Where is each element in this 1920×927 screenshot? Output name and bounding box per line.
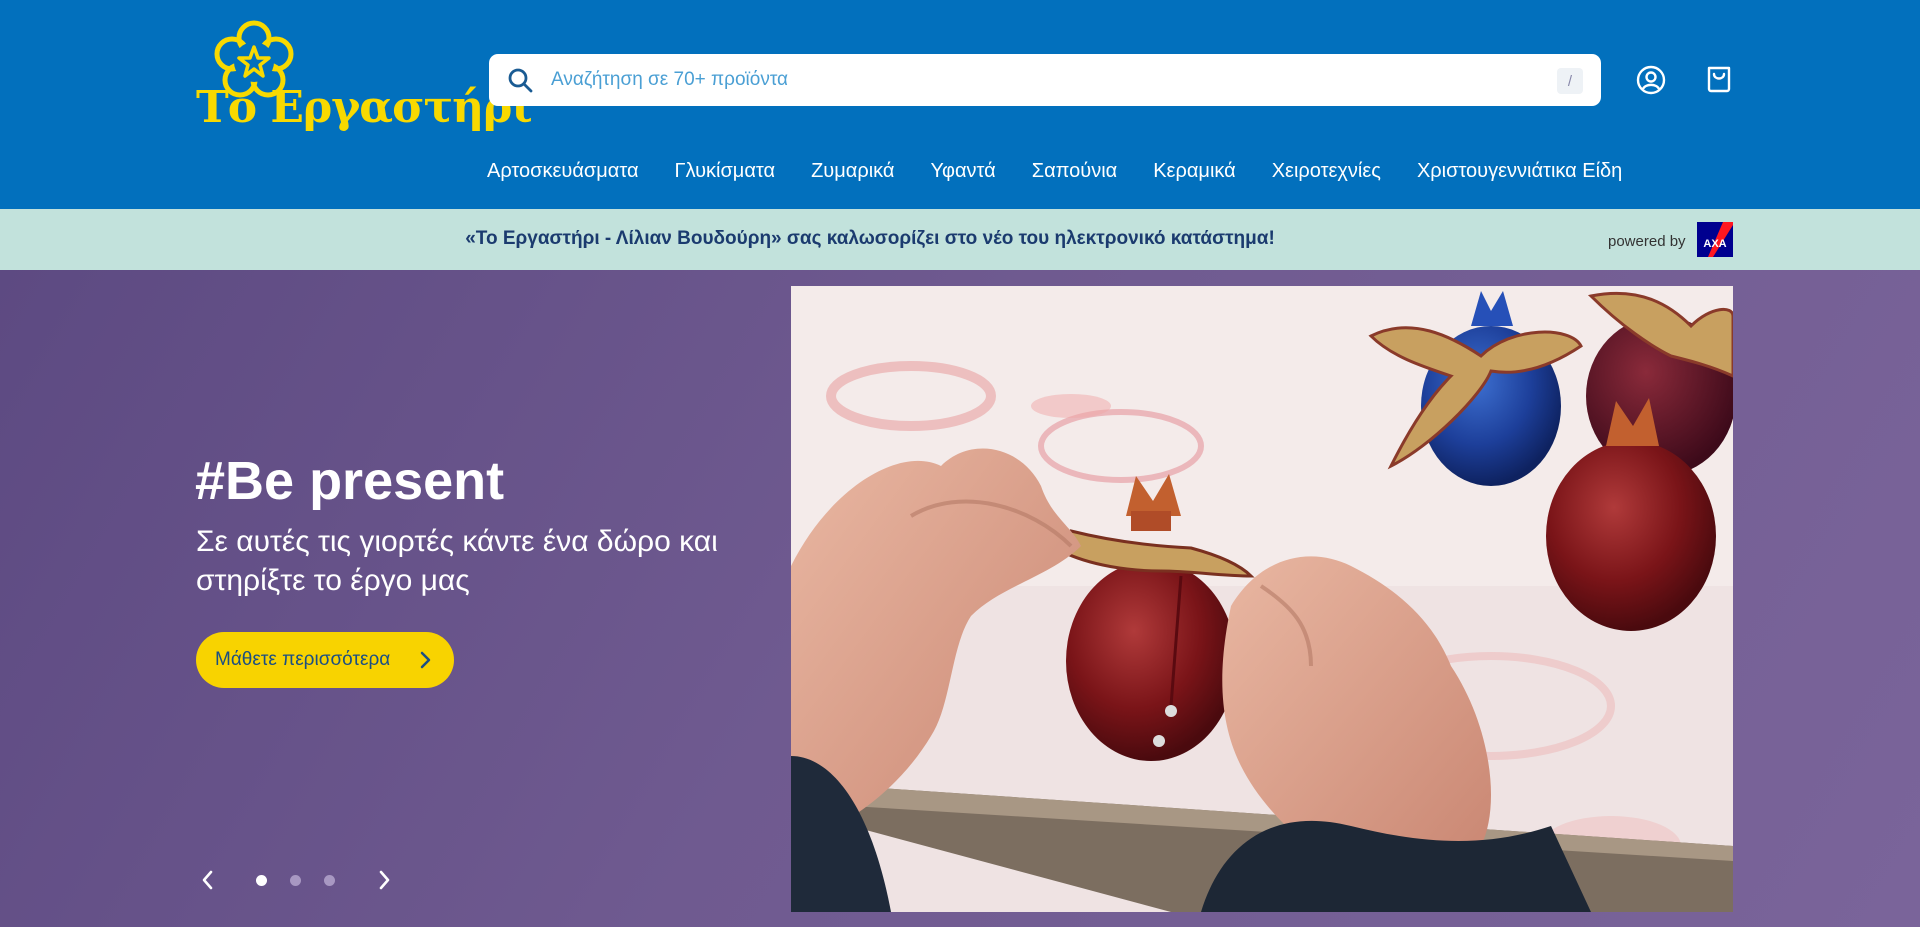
learn-more-label: Μάθετε περισσότερα: [215, 649, 391, 670]
announcement-bar: «Το Εργαστήρι - Λίλιαν Βουδούρη» σας καλ…: [0, 209, 1920, 270]
slider-dot-3[interactable]: [324, 875, 335, 886]
account-icon[interactable]: [1635, 64, 1667, 96]
logo-text: Το Εργαστήρι: [196, 82, 533, 133]
cart-icon[interactable]: [1703, 63, 1735, 95]
search-input[interactable]: [551, 54, 1511, 106]
nav-item-xristougenniatika[interactable]: Χριστουγεννιάτικα Είδη: [1417, 160, 1622, 183]
slider-prev-arrow-icon[interactable]: [198, 868, 218, 892]
search-shortcut-hint: /: [1557, 68, 1583, 94]
hero-subtitle: Σε αυτές τις γιορτές κάντε ένα δώρο και …: [196, 525, 718, 597]
slider-next-arrow-icon[interactable]: [374, 868, 394, 892]
nav-item-xeirotexnies[interactable]: Χειροτεχνίες: [1272, 160, 1381, 183]
slider-dot-1[interactable]: [256, 875, 267, 886]
powered-by-label: powered by: [1608, 233, 1686, 250]
slider-dot-2[interactable]: [290, 875, 301, 886]
nav-item-sapounia[interactable]: Σαπούνια: [1032, 160, 1118, 183]
site-header: Το Εργαστήρι / Αρτοσκευάσματα Γλυκίσματα…: [0, 0, 1920, 209]
nav-item-zymarika[interactable]: Ζυμαρικά: [811, 160, 894, 183]
hero-title: #Be present: [195, 451, 505, 511]
main-navigation: Αρτοσκευάσματα Γλυκίσματα Ζυμαρικά Υφαντ…: [487, 160, 1658, 183]
announcement-text: «Το Εργαστήρι - Λίλιαν Βουδούρη» σας καλ…: [465, 228, 1275, 249]
chevron-right-icon: [420, 651, 431, 669]
search-icon[interactable]: [507, 67, 533, 93]
axa-logo-text: AXA: [1703, 238, 1726, 250]
hero-photo-ceramic-pomegranates: [791, 286, 1733, 912]
search-bar: /: [489, 54, 1601, 106]
brand-logo[interactable]: Το Εργαστήρι: [194, 20, 533, 142]
nav-item-yfanta[interactable]: Υφαντά: [930, 160, 995, 183]
nav-item-keramika[interactable]: Κεραμικά: [1153, 160, 1235, 183]
hero-slider: #Be present Σε αυτές τις γιορτές κάντε έ…: [0, 270, 1920, 927]
learn-more-button[interactable]: Μάθετε περισσότερα: [196, 632, 454, 688]
nav-item-artoskeuasmata[interactable]: Αρτοσκευάσματα: [487, 160, 639, 183]
axa-logo[interactable]: AXA: [1697, 222, 1733, 257]
nav-item-glykismata[interactable]: Γλυκίσματα: [675, 160, 776, 183]
